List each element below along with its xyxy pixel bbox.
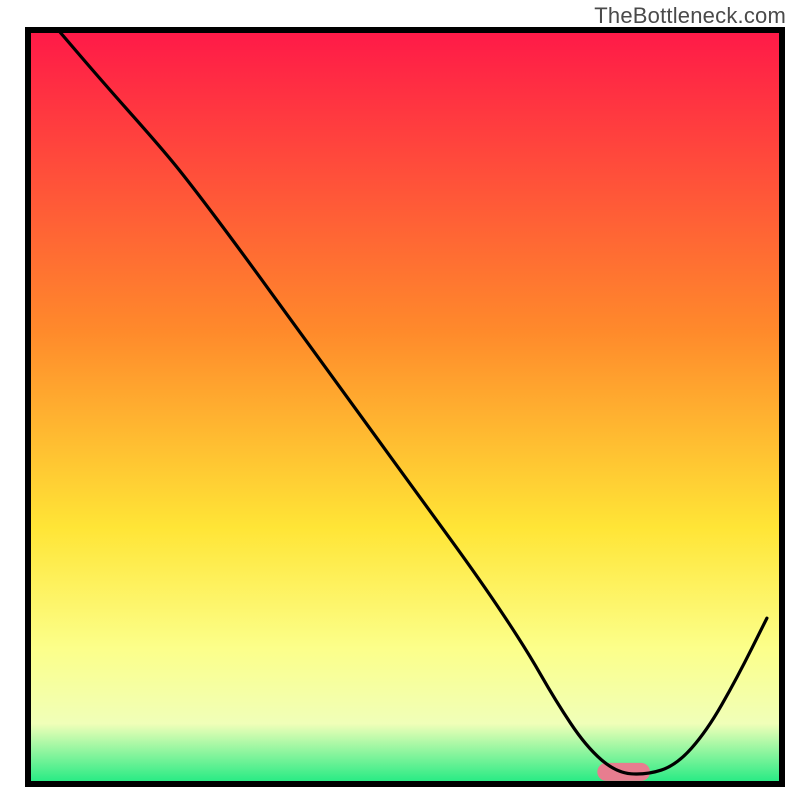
chart-container: TheBottleneck.com [0,0,800,800]
gradient-background [28,30,782,784]
attribution-label: TheBottleneck.com [594,3,786,29]
bottleneck-chart [0,0,800,800]
